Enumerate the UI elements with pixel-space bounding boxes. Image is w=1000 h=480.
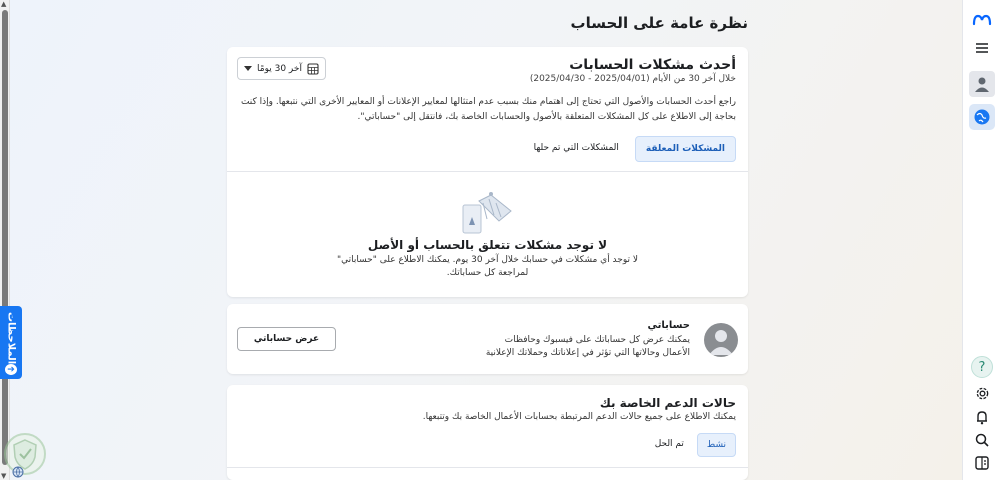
settings-icon[interactable] (970, 381, 994, 405)
menu-icon[interactable] (970, 36, 994, 60)
my-accounts-title: حساباتي (647, 320, 690, 331)
globe-icon[interactable] (969, 104, 995, 130)
scroll-up-arrow-icon[interactable]: ▲ (1, 0, 6, 8)
support-cases-card: حالات الدعم الخاصة بك يمكنك الاطلاع على … (227, 385, 748, 480)
support-cases-description: يمكنك الاطلاع على جميع حالات الدعم المرت… (422, 412, 736, 422)
issues-card-description: راجع أحدث الحسابات والأصول التي تحتاج إل… (240, 97, 736, 122)
tab-resolved-issues[interactable]: المشكلات التي تم حلها (524, 136, 629, 162)
vertical-scrollbar[interactable]: ▲ ▼ (0, 0, 10, 480)
view-my-accounts-button[interactable]: عرض حساباتي (237, 327, 336, 351)
shield-watermark-icon (4, 433, 46, 475)
issues-card-title: أحدث مشكلات الحسابات (569, 57, 736, 73)
divider (227, 467, 748, 468)
my-accounts-card: حساباتي يمكنك عرض كل حساباتك على فيسبوك … (227, 304, 748, 374)
empty-state-title: لا توجد مشكلات تتعلق بالحساب أو الأصل (367, 238, 608, 252)
calendar-grid-icon (307, 62, 319, 75)
support-tabs: نشط تم الحل (646, 433, 736, 457)
date-range-value: آخر 30 يومًا (257, 63, 302, 74)
issues-tabs: المشكلات المعلقة المشكلات التي تم حلها (524, 136, 736, 162)
globe-small-icon (12, 466, 24, 478)
tab-resolved-cases[interactable]: تم الحل (646, 433, 693, 457)
default-avatar-icon (704, 323, 738, 357)
feedback-arrow-icon: ➔ (5, 364, 17, 375)
my-accounts-description: يمكنك عرض كل حساباتك على فيسبوك وحافظات … (485, 335, 690, 358)
profile-avatar-icon[interactable] (969, 71, 995, 97)
divider (227, 171, 748, 172)
empty-state-illustration-icon (462, 192, 512, 234)
account-issues-card: أحدث مشكلات الحسابات خلال آخر 30 من الأي… (227, 47, 748, 297)
empty-state-description: لا توجد أي مشكلات في حسابك خلال آخر 30 ي… (337, 255, 638, 278)
chevron-down-icon (244, 66, 252, 71)
scrollbar-thumb[interactable] (2, 10, 8, 465)
date-range-dropdown[interactable]: آخر 30 يومًا (237, 57, 326, 80)
feedback-tab[interactable]: الملاحظات ➔ (0, 306, 22, 379)
right-nav-rail: ? (962, 0, 1000, 480)
feedback-label: الملاحظات (5, 312, 17, 365)
page-title: نظرة عامة على الحساب (570, 14, 748, 32)
issues-card-subtitle: خلال آخر 30 من الأيام (2025/04/01 - 2025… (529, 74, 736, 84)
support-cases-title: حالات الدعم الخاصة بك (599, 396, 736, 410)
meta-logo-icon[interactable] (970, 8, 994, 32)
tab-active-cases[interactable]: نشط (696, 433, 736, 457)
tab-pending-issues[interactable]: المشكلات المعلقة (634, 136, 736, 162)
bell-icon[interactable] (970, 405, 994, 429)
help-icon[interactable]: ? (971, 356, 993, 378)
panel-icon[interactable] (970, 451, 994, 475)
search-icon[interactable] (970, 428, 994, 452)
